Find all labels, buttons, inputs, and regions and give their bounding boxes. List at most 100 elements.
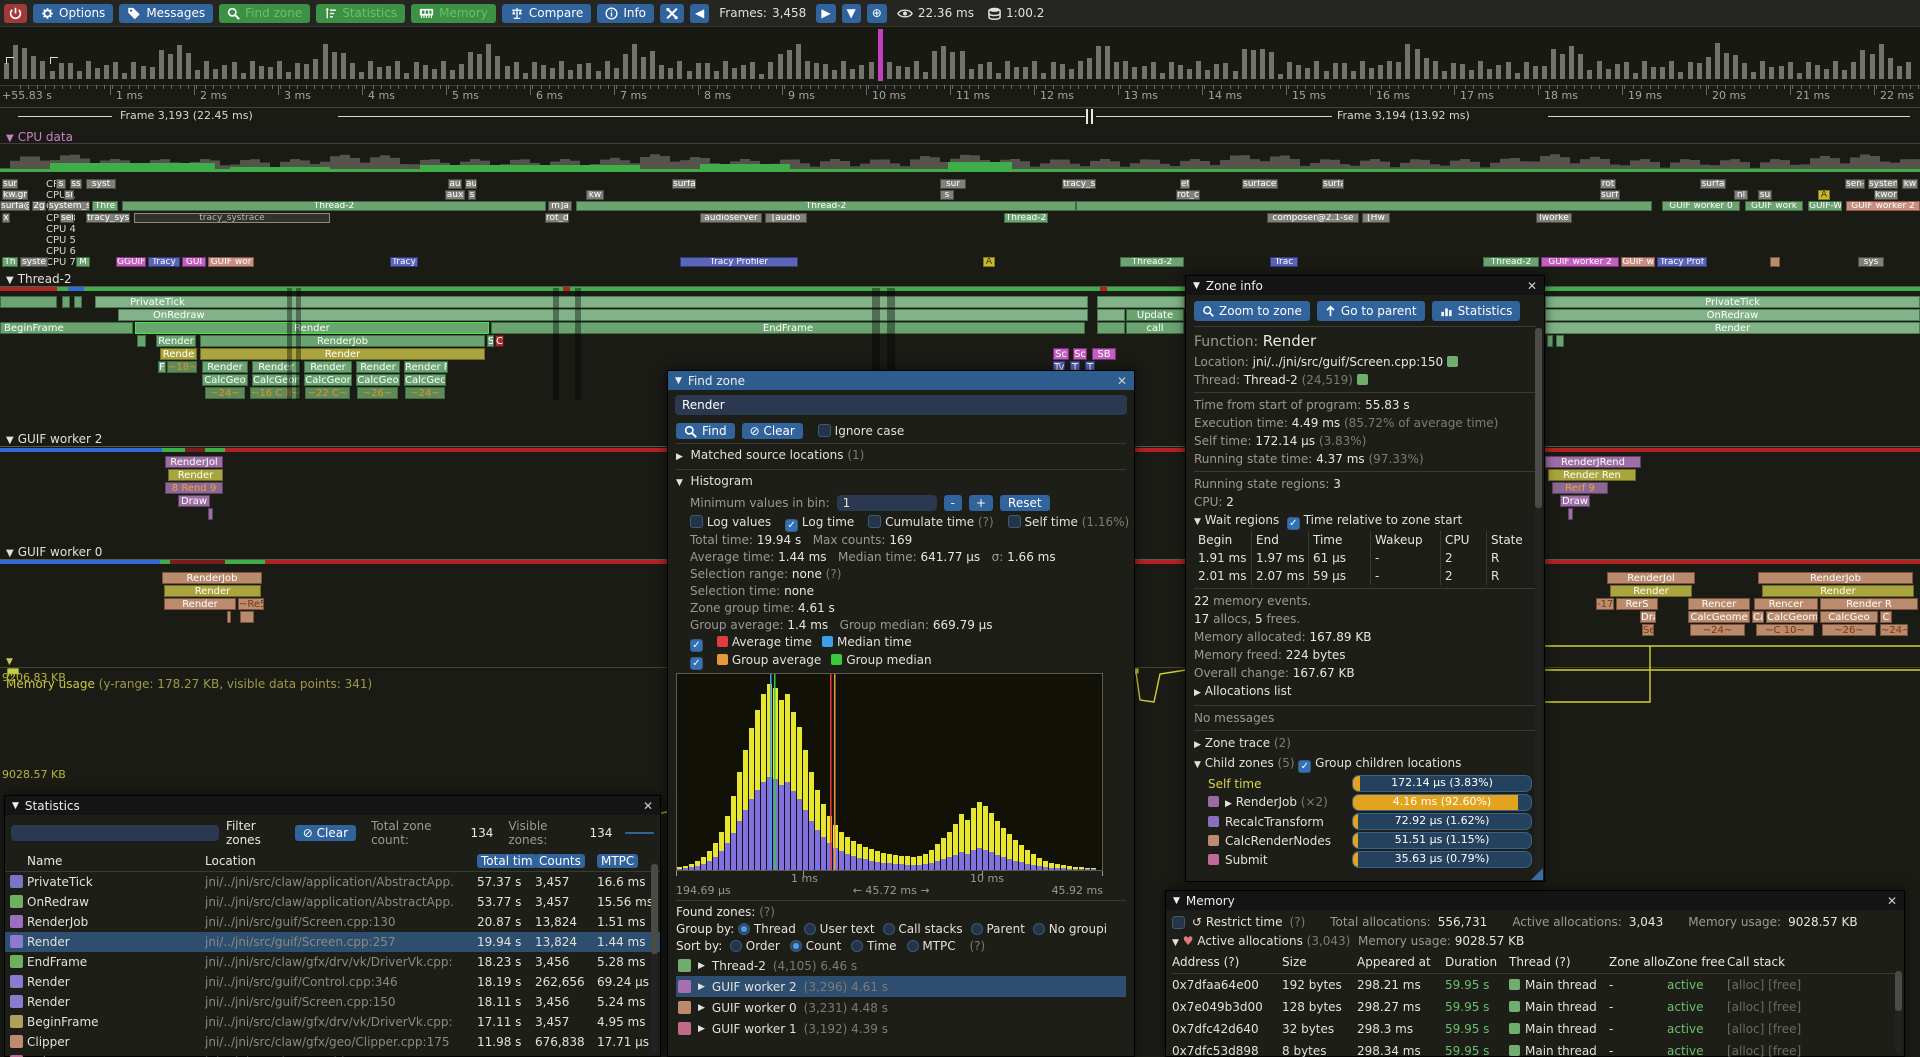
cpu-zone[interactable]: A <box>1818 190 1830 200</box>
cpu-zone[interactable]: A <box>983 257 995 267</box>
zone[interactable]: call <box>1126 322 1184 334</box>
memory-button[interactable]: Memory <box>411 4 496 23</box>
close-icon[interactable]: ✕ <box>643 799 653 813</box>
zone[interactable]: Render <box>1545 322 1920 334</box>
zone[interactable]: ~18~ <box>167 361 197 373</box>
wait-col-header[interactable]: State <box>1486 531 1526 549</box>
cpu-zone[interactable]: Th <box>2 257 18 267</box>
wait-col-header[interactable]: CPU <box>1440 531 1486 549</box>
cpu-zone[interactable]: rot_cou <box>1176 190 1200 200</box>
zone[interactable]: OnRedraw <box>118 309 1088 321</box>
zone[interactable]: Render F <box>404 361 448 373</box>
zone[interactable] <box>1097 296 1185 308</box>
cpu-zone[interactable]: system_se <box>48 201 90 211</box>
memory-row[interactable]: 0x7e049b3d00128 bytes298.27 ms59.95 sMai… <box>1172 996 1898 1018</box>
cpu-zone[interactable]: kw.gm <box>2 190 28 200</box>
prev-frame-button[interactable]: ◀ <box>690 4 709 23</box>
cpu-zone[interactable]: tracy_sy <box>1062 179 1096 189</box>
sort-by-time[interactable] <box>851 940 863 952</box>
zone[interactable]: CalcGeo <box>356 374 400 386</box>
cpu-zone[interactable]: GUIF worker 0 <box>1662 201 1740 211</box>
zone[interactable]: RenderJol <box>165 456 223 468</box>
zone[interactable]: CalcGec <box>404 374 446 386</box>
zone[interactable] <box>1556 335 1564 347</box>
cpu-zone[interactable]: ss <box>70 179 82 189</box>
zone[interactable]: CalcGeo <box>202 374 248 386</box>
zone[interactable] <box>0 296 57 308</box>
sort-by-order[interactable] <box>730 940 742 952</box>
statistics-row[interactable]: EndFramejni/../jni/src/claw/gfx/drv/vk/D… <box>5 952 660 972</box>
zoom-to-zone-button[interactable]: Zoom to zone <box>1194 301 1310 321</box>
group-by-user-text[interactable] <box>804 923 816 935</box>
cpu-zone[interactable]: Tracy <box>148 257 180 267</box>
zone[interactable] <box>227 611 231 623</box>
statistics-row[interactable]: PrivateTickjni/../jni/src/claw/applicati… <box>5 872 660 892</box>
cpu-zone[interactable]: GUIF work <box>1745 201 1803 211</box>
zone[interactable]: SB <box>1092 348 1116 360</box>
cpu-zone[interactable]: s <box>940 190 954 200</box>
histogram-section-header[interactable]: ▼ Histogram <box>676 473 1126 492</box>
cpu-zone[interactable]: Tracy Prof <box>1657 257 1707 267</box>
zone[interactable]: Render <box>200 348 485 360</box>
cpu-zone[interactable]: au <box>465 179 477 189</box>
statistics-row[interactable]: Renderjni/../jni/src/guif/Screen.cpp:257… <box>5 932 660 952</box>
zone[interactable]: Render <box>168 469 223 481</box>
zone[interactable]: CalcGeome <box>1688 611 1750 623</box>
zone[interactable]: Render <box>1610 585 1692 597</box>
zone[interactable]: Sc <box>1073 348 1087 360</box>
statistics-button[interactable]: Statistics <box>1432 301 1521 321</box>
find-zone-titlebar[interactable]: ▼ Find zone ✕ <box>668 371 1134 390</box>
cpu-zone[interactable]: Thre <box>92 201 118 211</box>
memory-row[interactable]: 0x7dfc53d8988 bytes298.34 ms59.95 sMain … <box>1172 1040 1898 1057</box>
wait-col-header[interactable]: End <box>1251 531 1308 549</box>
zone[interactable]: Render <box>356 361 400 373</box>
mem-col-header[interactable]: Appeared at <box>1357 955 1445 969</box>
scrollbar[interactable] <box>1535 328 1542 880</box>
zone[interactable]: CalcGeor <box>304 374 352 386</box>
close-icon[interactable]: ✕ <box>1887 894 1897 908</box>
cpu-zone[interactable]: 2g <box>32 201 46 211</box>
cpu-zone[interactable]: surfa <box>1700 179 1726 189</box>
group-by-parent[interactable] <box>971 923 983 935</box>
info-button[interactable]: Info <box>597 4 654 23</box>
ignore-case-checkbox[interactable] <box>818 424 831 437</box>
statistics-row[interactable]: BeginFramejni/../jni/src/claw/gfx/drv/vk… <box>5 1012 660 1032</box>
zone[interactable]: Render <box>304 361 352 373</box>
child-zones-header[interactable]: ▼ Child zones (5) ✓ Group children locat… <box>1194 754 1536 774</box>
memory-titlebar[interactable]: ▼ Memory ✕ <box>1166 891 1904 910</box>
col-location[interactable]: Location <box>205 854 477 868</box>
zone[interactable]: CalcGeo <box>1820 611 1878 623</box>
min-bin-minus-button[interactable]: - <box>944 495 962 511</box>
cpu-zone[interactable]: M <box>76 257 90 267</box>
matched-source-locations[interactable]: ▶ Matched source locations (1) <box>676 447 1126 466</box>
cpu-zone[interactable]: Tracy Profiler <box>680 257 798 267</box>
zone[interactable]: Render <box>1762 585 1914 597</box>
cpu-zone[interactable]: su <box>1758 190 1772 200</box>
resize-grip[interactable] <box>1531 868 1543 880</box>
cpu-zone[interactable]: Thread-2 <box>1004 213 1048 223</box>
clear-button[interactable]: ⊘ Clear <box>742 423 803 439</box>
clear-filter-button[interactable]: ⊘ Clear <box>295 825 356 841</box>
legend-checkbox[interactable]: ✓ <box>690 639 703 652</box>
cpu-zone[interactable]: Tracy <box>390 257 418 267</box>
cpu-zone[interactable]: au <box>448 179 462 189</box>
cpu-zone[interactable]: kworke <box>1874 190 1898 200</box>
zone[interactable]: Render R <box>1820 598 1918 610</box>
group-children-checkbox[interactable]: ✓ <box>1298 760 1311 773</box>
mem-col-header[interactable]: Zone free <box>1667 955 1727 969</box>
self-time-checkbox[interactable] <box>1008 515 1021 528</box>
cpu-zone[interactable]: s <box>468 190 476 200</box>
cpu-zone[interactable]: GUIF-W <box>1808 201 1842 211</box>
cpu-zone[interactable]: s <box>56 179 66 189</box>
cpu-data-header[interactable]: ▼CPU data <box>6 130 73 144</box>
child-zone-row[interactable]: Self time172.14 µs (3.83%) <box>1194 774 1536 793</box>
zone[interactable]: ~24~ <box>405 387 445 399</box>
wait-regions-header[interactable]: ▼ Wait regions ✓ Time relative to zone s… <box>1194 511 1536 531</box>
zone[interactable]: Render <box>156 335 196 347</box>
scrollbar[interactable] <box>1895 971 1902 1053</box>
mem-col-header[interactable]: Duration <box>1445 955 1509 969</box>
wait-col-header[interactable]: Begin <box>1194 531 1251 549</box>
group-by-no-groupi[interactable] <box>1033 923 1045 935</box>
sort-by-count[interactable] <box>790 940 802 952</box>
find-button[interactable]: Find <box>676 423 735 439</box>
